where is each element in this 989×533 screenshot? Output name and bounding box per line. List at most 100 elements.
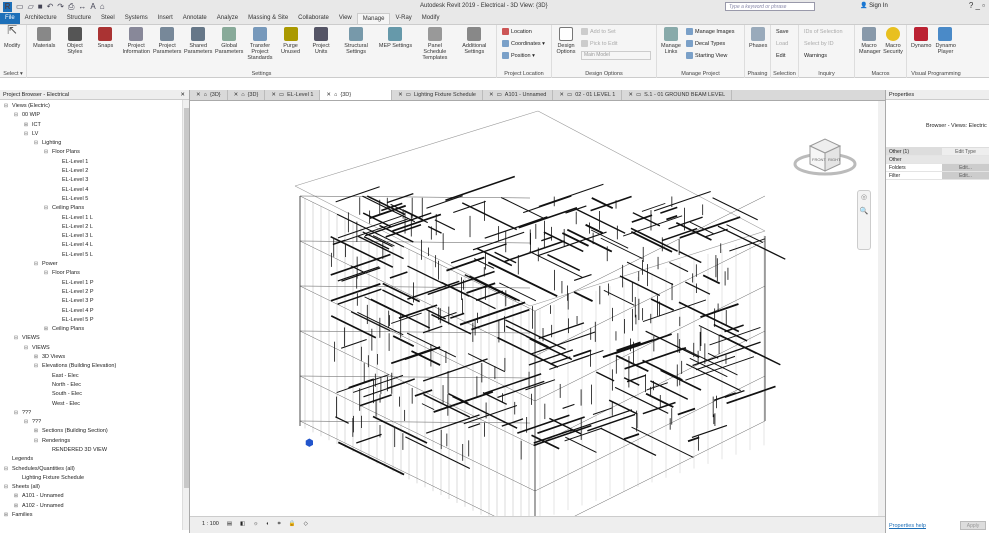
collapse-icon[interactable]: ⊟ [3, 483, 9, 492]
tree-item[interactable]: EL-Level 5 [0, 195, 189, 204]
tree-item[interactable]: East - Elec [0, 372, 189, 381]
collapse-icon[interactable]: ⊟ [23, 344, 29, 353]
close-icon[interactable]: ✕ [271, 90, 276, 100]
tree-item[interactable]: EL-Level 1 [0, 158, 189, 167]
position-button[interactable]: Position ▾ [502, 51, 545, 60]
collapse-icon[interactable]: ⊟ [43, 204, 49, 213]
collapse-icon[interactable]: ⊟ [43, 269, 49, 278]
tree-item[interactable]: South - Elec [0, 390, 189, 399]
close-icon[interactable]: ✕ [180, 90, 185, 100]
expand-icon[interactable]: ⊞ [43, 325, 49, 334]
save-selection-button[interactable]: Save [776, 27, 789, 36]
tree-item[interactable]: EL-Level 2 L [0, 223, 189, 232]
tree-item[interactable]: ⊟ Views (Electric) [0, 102, 189, 111]
tree-item[interactable]: EL-Level 4 [0, 186, 189, 195]
steering-wheel-icon[interactable]: ◎ [858, 191, 870, 205]
tree-item[interactable]: ⊟ LV [0, 130, 189, 139]
tree-item[interactable]: ⊟ Renderings [0, 437, 189, 446]
view-tab[interactable]: ✕ ▭ Lighting Fixture Schedule [392, 90, 483, 100]
close-icon[interactable]: ✕ [628, 90, 633, 100]
instance-filter[interactable]: Other (1) [886, 148, 942, 155]
window-controls[interactable]: ? _ ▫ [969, 1, 985, 10]
tree-item[interactable]: ⊟ VIEWS [0, 344, 189, 353]
tab-systems[interactable]: Systems [120, 13, 153, 24]
tab-annotate[interactable]: Annotate [178, 13, 212, 24]
expand-icon[interactable]: ⊞ [3, 511, 9, 520]
load-selection-button[interactable]: Load [776, 39, 789, 48]
tree-item[interactable]: ⊟ Sheets (all) [0, 483, 189, 492]
close-icon[interactable]: ✕ [196, 90, 201, 100]
property-edit-button[interactable]: Edit... [942, 172, 989, 179]
collapse-icon[interactable]: ⊟ [3, 465, 9, 474]
tab-insert[interactable]: Insert [153, 13, 178, 24]
collapse-icon[interactable]: ⊟ [33, 139, 39, 148]
tree-item[interactable]: ⊟??? [0, 418, 189, 427]
tree-item[interactable]: ⊟ VIEWS [0, 334, 189, 343]
tree-item[interactable]: West - Elec [0, 400, 189, 409]
collapse-icon[interactable]: ⊟ [33, 260, 39, 269]
sign-in-button[interactable]: 👤 Sign In [860, 2, 888, 9]
tab-view[interactable]: View [334, 13, 357, 24]
tab-steel[interactable]: Steel [96, 13, 120, 24]
tree-item[interactable]: ⊞ Ceiling Plans [0, 325, 189, 334]
view-tab[interactable]: ✕ ⌂ {3D} [228, 90, 266, 100]
view-tab[interactable]: ✕ ▭ A101 - Unnamed [483, 90, 554, 100]
tab-v-ray[interactable]: V-Ray [390, 13, 416, 24]
shadows-icon[interactable]: ◐ [266, 517, 269, 533]
text-icon[interactable]: A [90, 2, 95, 11]
pick-to-edit-button[interactable]: Pick to Edit [581, 39, 651, 48]
tree-item[interactable]: Legends [0, 455, 189, 464]
tree-item[interactable]: EL-Level 4 P [0, 307, 189, 316]
tree-item[interactable]: North - Elec [0, 381, 189, 390]
tree-item[interactable]: EL-Level 2 P [0, 288, 189, 297]
tree-item[interactable]: ⊞ A102 - Unnamed [0, 502, 189, 511]
revit-logo-icon[interactable]: R [3, 1, 12, 12]
tree-item[interactable]: ⊞ A101 - Unnamed [0, 492, 189, 501]
tree-item[interactable]: EL-Level 3 P [0, 297, 189, 306]
add-to-set-button[interactable]: Add to Set [581, 27, 651, 36]
design-option-select[interactable]: Main Model [581, 51, 651, 60]
tree-item[interactable]: ⊟ Power [0, 260, 189, 269]
group-header[interactable]: Other [886, 156, 942, 163]
tab-structure[interactable]: Structure [62, 13, 96, 24]
tree-item[interactable]: ⊞ Sections (Building Section) [0, 427, 189, 436]
navigation-bar[interactable]: ◎ 🔍 [857, 190, 871, 250]
select-by-id-button[interactable]: Select by ID [804, 39, 843, 48]
tree-item[interactable]: EL-Level 3 [0, 176, 189, 185]
tree-item[interactable]: EL-Level 2 [0, 167, 189, 176]
tree-item[interactable]: ⊟ Floor Plans [0, 148, 189, 157]
collapse-icon[interactable]: ⊟ [23, 130, 29, 139]
viewcube[interactable]: FRONT RIGHT [790, 121, 860, 181]
properties-help-link[interactable]: Properties help [889, 523, 926, 529]
expand-icon[interactable]: ⊞ [13, 492, 19, 501]
print-icon[interactable]: ⎙ [68, 2, 74, 12]
close-icon[interactable]: ✕ [559, 90, 564, 100]
tree-item[interactable]: ⊟ Schedules/Quantities (all) [0, 465, 189, 474]
scrollbar-thumb[interactable] [184, 108, 189, 488]
tree-item[interactable]: ⊟??? [0, 409, 189, 418]
tree-item[interactable]: ⊟ Ceiling Plans [0, 204, 189, 213]
zoom-icon[interactable]: 🔍 [858, 205, 870, 219]
save-icon[interactable]: ■ [38, 2, 43, 11]
crop-icon[interactable]: ⌗ [278, 517, 281, 533]
view-tab[interactable]: ✕ ⌂ {3D} [190, 90, 228, 100]
manage-images-button[interactable]: Manage Images [686, 27, 734, 36]
type-selector[interactable]: Browser - Views: Electric [886, 100, 989, 148]
close-icon[interactable]: ✕ [398, 90, 403, 100]
tree-item[interactable]: RENDERED 3D VIEW [0, 446, 189, 455]
expand-icon[interactable]: ⊞ [13, 502, 19, 511]
scrollbar[interactable] [182, 100, 189, 530]
open-icon[interactable]: ▱ [28, 2, 34, 11]
scale-selector[interactable]: 1 : 100 [202, 517, 219, 533]
project-base-point-icon[interactable]: ⬢ [305, 438, 314, 449]
lock-icon[interactable]: 🔒 [289, 517, 296, 533]
tab-architecture[interactable]: Architecture [20, 13, 62, 24]
expand-icon[interactable]: ⊞ [23, 121, 29, 130]
tree-item[interactable]: EL-Level 1 L [0, 214, 189, 223]
tab-analyze[interactable]: Analyze [212, 13, 243, 24]
tab-massing-site[interactable]: Massing & Site [243, 13, 293, 24]
collapse-icon[interactable]: ⊟ [13, 334, 19, 343]
view-tab[interactable]: ✕ ▭ 02 - 01 LEVEL 1 [553, 90, 623, 100]
warnings-button[interactable]: Warnings [804, 51, 843, 60]
expand-icon[interactable]: ⊞ [33, 427, 39, 436]
